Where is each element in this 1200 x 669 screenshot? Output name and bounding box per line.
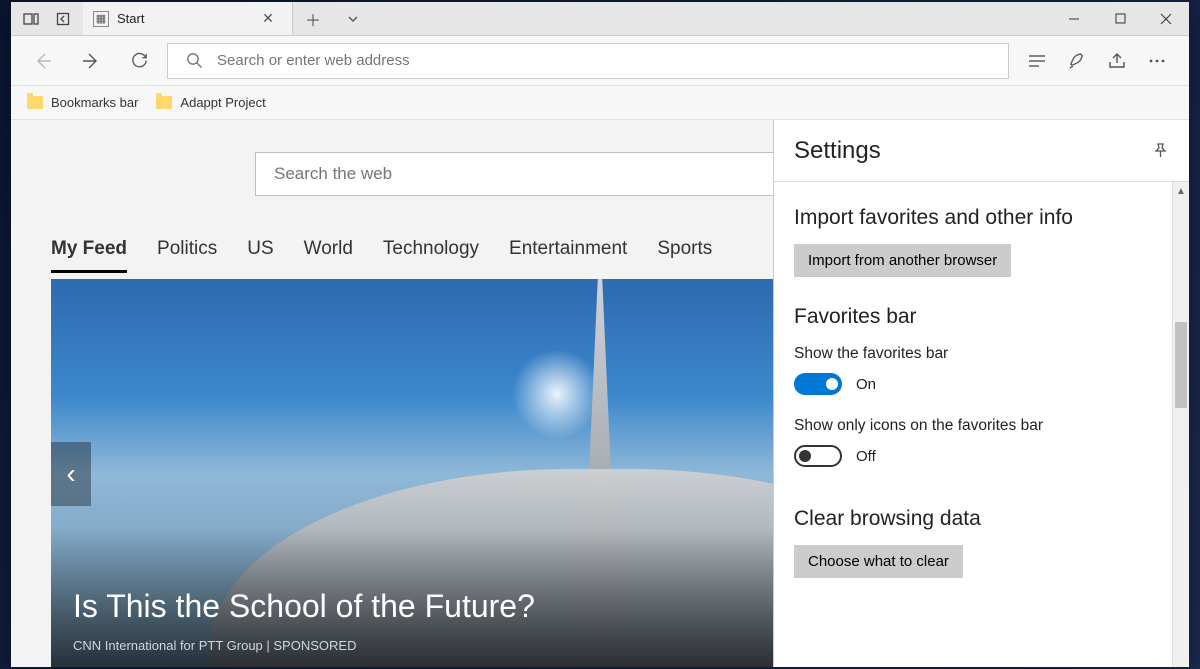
minimize-button[interactable]: [1051, 2, 1097, 35]
favorites-bar-heading: Favorites bar: [794, 305, 1169, 329]
icons-only-toggle[interactable]: [794, 445, 842, 467]
hero-prev-button[interactable]: ‹: [51, 442, 91, 506]
browser-tab[interactable]: ▦ Start ✕: [83, 2, 293, 35]
feed-tab-us[interactable]: US: [247, 238, 273, 273]
bookmark-folder[interactable]: Adappt Project: [156, 95, 265, 110]
back-button[interactable]: [23, 41, 63, 81]
close-window-button[interactable]: [1143, 2, 1189, 35]
feed-tab-world[interactable]: World: [304, 238, 353, 273]
search-icon: [186, 52, 203, 69]
title-bar: ▦ Start ✕ ＋: [11, 2, 1189, 36]
settings-title: Settings: [794, 137, 881, 165]
share-button[interactable]: [1097, 41, 1137, 81]
scroll-up-icon[interactable]: ▲: [1173, 182, 1189, 200]
pin-panel-button[interactable]: [1152, 142, 1169, 159]
scrollbar-thumb[interactable]: [1175, 322, 1187, 408]
toggle-state-text: Off: [856, 448, 876, 465]
clear-data-heading: Clear browsing data: [794, 507, 1169, 531]
bookmark-label: Bookmarks bar: [51, 95, 138, 110]
refresh-button[interactable]: [119, 41, 159, 81]
folder-icon: [27, 96, 43, 109]
address-input[interactable]: [217, 52, 990, 69]
toggle-state-text: On: [856, 376, 876, 393]
tab-title: Start: [117, 11, 254, 26]
forward-button[interactable]: [71, 41, 111, 81]
feed-tab-entertainment[interactable]: Entertainment: [509, 238, 627, 273]
new-tab-button[interactable]: ＋: [293, 2, 333, 35]
settings-header: Settings: [774, 120, 1189, 182]
tab-favicon-icon: ▦: [93, 11, 109, 27]
notes-button[interactable]: [1057, 41, 1097, 81]
icons-only-label: Show only icons on the favorites bar: [794, 417, 1169, 435]
settings-body: Import favorites and other info Import f…: [774, 182, 1189, 667]
feed-tab-technology[interactable]: Technology: [383, 238, 479, 273]
maximize-button[interactable]: [1097, 2, 1143, 35]
feed-tab-politics[interactable]: Politics: [157, 238, 217, 273]
show-favorites-toggle-row: On: [794, 373, 1169, 395]
hero-decoration: [512, 349, 602, 439]
more-button[interactable]: [1137, 41, 1177, 81]
settings-scrollbar[interactable]: ▲: [1172, 182, 1189, 667]
window-controls: [1051, 2, 1189, 35]
hero-source: CNN International for PTT Group | SPONSO…: [73, 638, 356, 653]
tabs-set-aside-list-button[interactable]: [49, 5, 77, 33]
tab-preview-toggle-button[interactable]: [333, 2, 373, 35]
hero-headline: Is This the School of the Future?: [73, 588, 535, 625]
feed-tab-my-feed[interactable]: My Feed: [51, 238, 127, 273]
feed-tab-sports[interactable]: Sports: [657, 238, 712, 273]
settings-panel: Settings Import favorites and other info…: [773, 120, 1189, 667]
import-heading: Import favorites and other info: [794, 206, 1169, 230]
set-aside-tabs-button[interactable]: [17, 5, 45, 33]
address-bar[interactable]: [167, 43, 1009, 79]
import-browser-button[interactable]: Import from another browser: [794, 244, 1011, 277]
choose-clear-button[interactable]: Choose what to clear: [794, 545, 963, 578]
reading-view-button[interactable]: [1017, 41, 1057, 81]
content-area: My Feed Politics US World Technology Ent…: [11, 120, 1189, 667]
tab-close-button[interactable]: ✕: [254, 10, 282, 27]
folder-icon: [156, 96, 172, 109]
navigation-bar: [11, 36, 1189, 86]
bookmarks-bar: Bookmarks bar Adappt Project: [11, 86, 1189, 120]
show-favorites-toggle[interactable]: [794, 373, 842, 395]
show-favorites-label: Show the favorites bar: [794, 345, 1169, 363]
title-bar-left-icons: [11, 2, 83, 35]
bookmark-label: Adappt Project: [180, 95, 265, 110]
icons-only-toggle-row: Off: [794, 445, 1169, 467]
browser-window: ▦ Start ✕ ＋: [11, 2, 1189, 667]
bookmark-folder[interactable]: Bookmarks bar: [27, 95, 138, 110]
